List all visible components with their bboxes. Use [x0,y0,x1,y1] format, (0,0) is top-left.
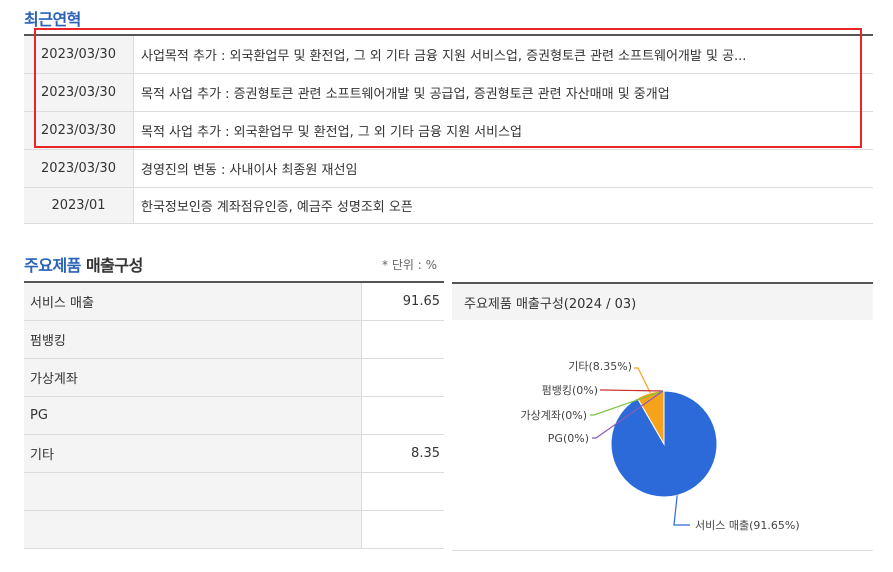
sales-table: 서비스 매출 91.65 펌뱅킹 가상계좌 PG 기타 8.35 [24,281,444,549]
sales-value: 91.65 [402,294,440,309]
history-title: 최근연혁 [24,10,81,29]
chart-panel: 주요제품 매출구성(2024 / 03) 서비스 매출(91.65%) 기타(8.… [452,282,873,551]
history-row: 2023/03/30 목적 사업 추가 : 외국환업무 및 환전업, 그 외 기… [24,112,873,150]
sales-label [24,511,362,548]
sales-row: 서비스 매출 91.65 [24,283,444,321]
unit-note: * 단위 : % [382,258,437,272]
sales-value [362,511,444,548]
sales-label: 가상계좌 [24,359,362,396]
history-desc: 경영진의 변동 : 사내이사 최종원 재선임 [141,163,358,178]
sales-value [362,359,444,396]
sales-title-accent: 주요제품 [24,256,81,275]
history-date: 2023/03/30 [24,36,134,73]
history-row: 2023/01 한국정보인증 계좌점유인증, 예금주 성명조회 오픈 [24,188,873,224]
history-row: 2023/03/30 경영진의 변동 : 사내이사 최종원 재선임 [24,150,873,188]
history-date: 2023/03/30 [24,74,134,111]
sales-label: 펌뱅킹 [24,321,362,358]
pie-label: 가상계좌(0%) [520,409,587,422]
sales-row: 펌뱅킹 [24,321,444,359]
pie-label: PG(0%) [548,432,589,445]
history-date: 2023/03/30 [24,112,134,149]
history-date: 2023/03/30 [24,150,134,187]
sales-value: 8.35 [411,446,440,461]
sales-title: 주요제품 매출구성 [24,252,143,276]
pie-label: 서비스 매출(91.65%) [695,519,800,532]
sales-row: 가상계좌 [24,359,444,397]
history-row: 2023/03/30 목적 사업 추가 : 증권형토큰 관련 소프트웨어개발 및… [24,74,873,112]
history-desc: 사업목적 추가 : 외국환업무 및 환전업, 그 외 기타 금융 지원 서비스업… [141,49,747,64]
history-date: 2023/01 [24,188,134,223]
sales-value [362,321,444,358]
sales-value [362,397,444,434]
history-desc: 목적 사업 추가 : 증권형토큰 관련 소프트웨어개발 및 공급업, 증권형토큰… [141,87,670,102]
sales-row: PG [24,397,444,435]
history-table: 2023/03/30 사업목적 추가 : 외국환업무 및 환전업, 그 외 기타… [24,34,873,224]
chart-title: 주요제품 매출구성(2024 / 03) [452,284,873,320]
sales-row [24,473,444,511]
sales-title-rest: 매출구성 [80,256,143,275]
sales-label: PG [24,397,362,434]
history-desc: 한국정보인증 계좌점유인증, 예금주 성명조회 오픈 [141,200,413,215]
sales-row [24,511,444,549]
pie-leader-line [634,367,651,394]
sales-label: 기타 [24,435,362,472]
sales-row: 기타 8.35 [24,435,444,473]
pie-leader-line [673,495,690,526]
sales-label: 서비스 매출 [24,283,362,320]
pie-chart: 서비스 매출(91.65%) 기타(8.35%) 펌뱅킹(0%) 가상계좌(0%) PG… [520,360,800,532]
history-row: 2023/03/30 사업목적 추가 : 외국환업무 및 환전업, 그 외 기타… [24,36,873,74]
history-desc: 목적 사업 추가 : 외국환업무 및 환전업, 그 외 기타 금융 지원 서비스… [141,125,523,140]
pie-label: 펌뱅킹(0%) [542,384,598,397]
pie-leader-line [600,389,663,392]
sales-label [24,473,362,510]
sales-value [362,473,444,510]
pie-label: 기타(8.35%) [568,360,632,373]
